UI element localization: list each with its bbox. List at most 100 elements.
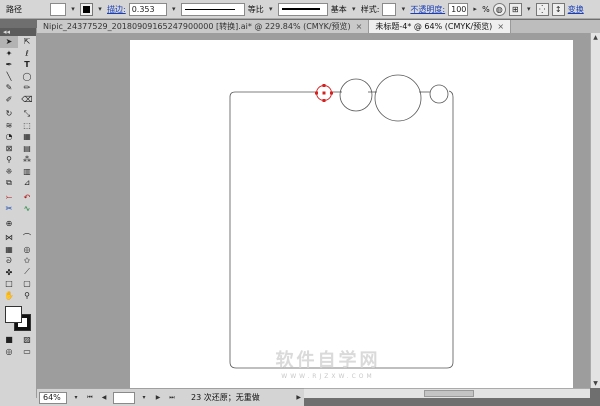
frame-path[interactable] bbox=[229, 90, 454, 369]
opacity-input[interactable]: 100 bbox=[448, 2, 469, 16]
lasso-tool-icon[interactable]: ℓ bbox=[18, 48, 36, 60]
tab-document-2[interactable]: 未标题-4* @ 64% (CMYK/预览) × bbox=[369, 20, 512, 33]
first-artboard-icon[interactable]: ⏮ bbox=[85, 392, 95, 404]
chevron-down-icon[interactable]: ▾ bbox=[139, 392, 149, 404]
eraser-tool-icon[interactable]: ⌫ bbox=[18, 94, 36, 106]
previous-artboard-icon[interactable]: ◀ bbox=[99, 392, 109, 404]
chevron-right-icon[interactable]: ▸ bbox=[471, 3, 479, 16]
mesh-tool-icon[interactable]: ⊠ bbox=[0, 143, 18, 155]
artboard-tool-icon[interactable]: ⧉ bbox=[0, 177, 18, 189]
smooth-tool-icon[interactable]: ∿ bbox=[18, 203, 36, 215]
chevron-down-icon[interactable]: ▾ bbox=[525, 3, 533, 16]
stroke-color-box[interactable] bbox=[80, 2, 93, 16]
width-tool-icon[interactable]: ⤚ bbox=[0, 192, 18, 204]
arc-tool-icon[interactable]: ⌒ bbox=[18, 232, 36, 244]
tab-document-1[interactable]: Nipic_24377529_20180909165247900000 [转换]… bbox=[37, 20, 370, 33]
screen-mode-icon[interactable]: ▭ bbox=[18, 346, 36, 358]
chevron-down-icon[interactable]: ▾ bbox=[399, 3, 407, 16]
fill-swatch[interactable] bbox=[5, 306, 22, 323]
slice-tool-icon[interactable]: ⊿ bbox=[18, 177, 36, 189]
vertical-scrollbar[interactable]: ▲ ▼ bbox=[590, 33, 600, 388]
zoom-field[interactable]: 64% bbox=[39, 391, 67, 404]
transform-icon[interactable]: ↕ bbox=[551, 2, 565, 16]
close-icon[interactable]: × bbox=[356, 22, 363, 31]
line-tool-icon[interactable]: ╲ bbox=[0, 71, 18, 83]
scroll-down-icon[interactable]: ▼ bbox=[591, 379, 600, 388]
document-canvas-area[interactable]: 软件自学网 WWW.RJZXW.COM bbox=[37, 33, 590, 388]
transform-link[interactable]: 变换 bbox=[568, 4, 584, 15]
chevron-down-icon[interactable]: ▾ bbox=[267, 3, 275, 16]
hand-tool-icon[interactable]: ✋ bbox=[0, 290, 18, 302]
spiral-tool-icon[interactable]: ᘐ bbox=[0, 255, 18, 267]
artboard-number-field[interactable] bbox=[113, 391, 135, 404]
brush-definition[interactable] bbox=[277, 2, 328, 16]
rotate-tool-icon[interactable]: ↻ bbox=[0, 108, 18, 120]
puppet-tool-icon[interactable]: ✤ bbox=[0, 267, 18, 279]
gradient-tool-icon[interactable]: ▤ bbox=[18, 143, 36, 155]
artwork[interactable] bbox=[130, 40, 573, 388]
status-menu-icon[interactable]: ▶ bbox=[294, 392, 304, 404]
polar-grid-tool-icon[interactable]: ◎ bbox=[18, 244, 36, 256]
magic-wand-tool-icon[interactable]: ✦ bbox=[0, 48, 18, 60]
horizontal-scrollbar-thumb[interactable] bbox=[424, 390, 474, 397]
chevron-down-icon[interactable]: ▾ bbox=[170, 3, 178, 16]
star-tool-icon[interactable]: ✩ bbox=[18, 255, 36, 267]
color-mode-icon[interactable]: ■ bbox=[0, 334, 18, 346]
recolor-icon[interactable]: ◍ bbox=[492, 2, 506, 16]
variable-width-profile[interactable] bbox=[180, 2, 245, 16]
grid-tool-icon[interactable]: ▦ bbox=[0, 244, 18, 256]
center-point[interactable] bbox=[322, 91, 326, 95]
paintbrush-tool-icon[interactable]: ✎ bbox=[0, 82, 18, 94]
none-mode-icon[interactable]: ▨ bbox=[18, 334, 36, 346]
pencil-tool-icon[interactable]: ✏ bbox=[18, 82, 36, 94]
fill-stroke-widget[interactable] bbox=[3, 304, 36, 334]
blob-brush-tool-icon[interactable]: ✐ bbox=[0, 94, 18, 106]
warp-tool-icon[interactable]: ≋ bbox=[0, 120, 18, 132]
anchor-point[interactable] bbox=[322, 84, 326, 87]
pen-tool-icon[interactable]: ✒ bbox=[0, 59, 18, 71]
circle-tiny[interactable] bbox=[429, 84, 449, 104]
scissors-tool-icon[interactable]: ✂ bbox=[0, 203, 18, 215]
crosshair-tool-icon[interactable]: ⊕ bbox=[0, 218, 18, 230]
opacity-link[interactable]: 不透明度: bbox=[410, 4, 445, 15]
eyedropper-tool-icon[interactable]: ⚲ bbox=[0, 154, 18, 166]
blend-tool-icon[interactable]: ⁂ bbox=[18, 154, 36, 166]
selection-tool-icon[interactable]: ➤ bbox=[0, 36, 18, 48]
type-tool-icon[interactable]: T bbox=[18, 59, 36, 71]
free-transform-tool-icon[interactable]: ⬚ bbox=[18, 120, 36, 132]
horizontal-scrollbar[interactable] bbox=[304, 388, 590, 398]
anchor-point[interactable] bbox=[322, 99, 326, 102]
chevron-down-icon[interactable]: ▾ bbox=[69, 3, 77, 16]
anchor-point[interactable] bbox=[315, 91, 318, 95]
stroke-weight-input[interactable]: 0.353 bbox=[128, 2, 167, 16]
artboard[interactable]: 软件自学网 WWW.RJZXW.COM bbox=[130, 40, 573, 388]
flare-tool-icon[interactable]: ⋈ bbox=[0, 232, 18, 244]
ellipse-tool-icon[interactable]: ◯ bbox=[18, 71, 36, 83]
scale-tool-icon[interactable]: ⤡ bbox=[18, 108, 36, 120]
scroll-up-icon[interactable]: ▲ bbox=[591, 33, 600, 42]
direct-selection-tool-icon[interactable]: ⇱ bbox=[18, 36, 36, 48]
chevron-down-icon[interactable]: ▾ bbox=[96, 3, 104, 16]
next-artboard-icon[interactable]: ▶ bbox=[153, 392, 163, 404]
style-picker[interactable] bbox=[382, 2, 397, 16]
align-icon[interactable]: ⊞ bbox=[508, 2, 522, 16]
circle-large[interactable] bbox=[374, 74, 422, 122]
rounded-rect-tool-icon[interactable]: ▢ bbox=[18, 278, 36, 290]
draw-mode-icon[interactable]: ◎ bbox=[0, 346, 18, 358]
reshape-tool-icon[interactable]: ↶ bbox=[18, 192, 36, 204]
chevron-down-icon[interactable]: ▾ bbox=[350, 3, 358, 16]
chevron-down-icon[interactable]: ▾ bbox=[71, 392, 81, 404]
symbol-sprayer-tool-icon[interactable]: ❈ bbox=[0, 166, 18, 178]
close-icon[interactable]: × bbox=[497, 22, 504, 31]
rectangle-tool-icon[interactable]: □ bbox=[0, 278, 18, 290]
perspective-grid-tool-icon[interactable]: ▦ bbox=[18, 131, 36, 143]
knife-tool-icon[interactable]: ⟋ bbox=[18, 267, 36, 279]
tool-panel-header[interactable]: ◂◂ bbox=[0, 28, 36, 36]
reference-point-icon[interactable]: ⁛ bbox=[535, 2, 549, 16]
fill-color-box[interactable] bbox=[50, 2, 66, 16]
circle-medium[interactable] bbox=[339, 78, 373, 112]
stroke-link[interactable]: 描边: bbox=[107, 4, 126, 15]
column-graph-tool-icon[interactable]: ▥ bbox=[18, 166, 36, 178]
anchor-point[interactable] bbox=[330, 91, 333, 95]
shape-builder-tool-icon[interactable]: ◔ bbox=[0, 131, 18, 143]
